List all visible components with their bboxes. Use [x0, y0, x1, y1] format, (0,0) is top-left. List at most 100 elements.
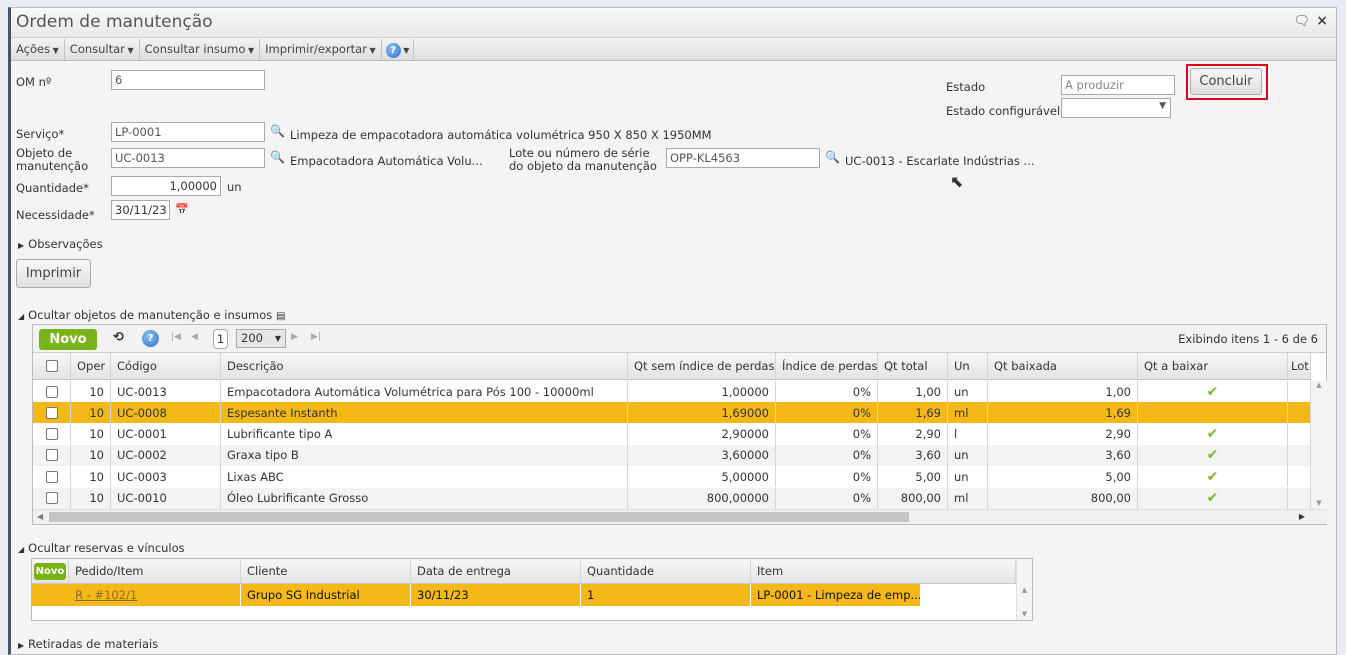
servico-input[interactable]: LP-0001 [111, 122, 265, 142]
list-icon: ▤ [275, 311, 286, 322]
check-icon: ✔ [1138, 487, 1288, 509]
row-checkbox[interactable] [33, 402, 71, 424]
col-un[interactable]: Un [948, 353, 988, 379]
objetos-section-toggle[interactable]: ◢ Ocultar objetos de manutenção e insumos… [18, 308, 285, 322]
col-item[interactable]: Item [751, 559, 1016, 583]
cell-codigo: UC-0001 [111, 423, 221, 445]
col-codigo[interactable]: Código [111, 353, 221, 379]
horizontal-scrollbar[interactable]: ◀ ▶ [33, 509, 1327, 524]
row-checkbox[interactable] [33, 444, 71, 466]
quantidade-label: Quantidade* [16, 181, 89, 195]
cell-qt_baixada: 3,60 [988, 444, 1138, 466]
menu-acoes[interactable]: Ações [11, 39, 65, 60]
row-checkbox[interactable] [33, 423, 71, 445]
col-pedido-item[interactable]: Pedido/Item [69, 559, 241, 583]
cell-un: un [948, 381, 988, 402]
cell-indice: 0% [776, 381, 878, 402]
search-icon[interactable]: 🔍 [270, 124, 285, 138]
table-row[interactable]: 10 UC-0001 Lubrificante tipo A 2,90000 0% 2,9… [33, 423, 1311, 445]
cell-qt_total: 1,69 [878, 402, 948, 424]
estado-configuravel-select[interactable]: ▼ [1061, 98, 1171, 118]
pedido-link[interactable]: R - #102/1 [75, 588, 137, 602]
search-icon[interactable]: 🔍 [825, 150, 840, 164]
novo-button[interactable]: Novo [39, 329, 97, 350]
close-icon[interactable]: × [1316, 13, 1328, 29]
menu-help[interactable]: ? [382, 39, 415, 60]
reservas-header: Novo Pedido/Item Cliente Data de entrega… [32, 559, 1016, 584]
cell-codigo: UC-0010 [111, 487, 221, 509]
col-qt-a-baixar[interactable]: Qt a baixar [1138, 353, 1288, 379]
retiradas-toggle[interactable]: ▶ Retiradas de materiais [18, 637, 158, 651]
objeto-input[interactable]: UC-0013 [111, 148, 265, 168]
table-row[interactable]: 10 UC-0002 Graxa tipo B 3,60000 0% 3,60 un 3,60… [33, 444, 1311, 466]
col-qt-total[interactable]: Qt total [878, 353, 948, 379]
page-size-select[interactable]: 200 ▼ [236, 329, 286, 348]
check-icon [1138, 402, 1288, 424]
estado-configuravel-label: Estado configurável [946, 104, 1061, 118]
menu-consultar-insumo[interactable]: Consultar insumo [140, 39, 261, 60]
vertical-scrollbar[interactable]: ▲ ▼ [1016, 559, 1032, 620]
observacoes-toggle[interactable]: ▶ Observações [18, 237, 103, 251]
col-oper[interactable]: Oper [71, 353, 111, 379]
table-row[interactable]: 10 UC-0013 Empacotadora Automática Volumét… [33, 381, 1311, 402]
imprimir-button[interactable]: Imprimir [16, 259, 91, 288]
cell-codigo: UC-0002 [111, 444, 221, 466]
necessidade-input[interactable]: 30/11/23 [111, 200, 170, 220]
reservas-section-toggle[interactable]: ◢ Ocultar reservas e vínculos [18, 541, 185, 555]
cell-qt_sem: 3,60000 [628, 444, 776, 466]
row-checkbox[interactable] [33, 487, 71, 509]
col-quantidade[interactable]: Quantidade [581, 559, 751, 583]
table-row[interactable]: R - #102/1 Grupo SG Industrial 30/11/23 … [32, 584, 920, 606]
col-qt-sem-indice[interactable]: Qt sem índice de perdas [628, 353, 776, 379]
table-row[interactable]: 10 UC-0008 Espesante Instanth 1,69000 0% 1,69… [33, 402, 1311, 424]
om-input[interactable]: 6 [111, 70, 265, 90]
prev-page-icon[interactable]: ◀ [191, 332, 198, 342]
help-button[interactable]: ? [142, 330, 159, 347]
col-lote[interactable]: Lot [1288, 353, 1311, 379]
calendar-icon[interactable]: 📅 [175, 203, 189, 216]
col-data-entrega[interactable]: Data de entrega [411, 559, 581, 583]
table-row[interactable]: 10 UC-0003 Lixas ABC 5,00000 0% 5,00 un 5,00 ✔ [33, 466, 1311, 488]
vertical-scrollbar[interactable]: ▲ ▼ [1311, 381, 1327, 509]
cell-qt_sem: 2,90000 [628, 423, 776, 445]
mouse-cursor-icon: ⬉ [950, 172, 964, 191]
estado-input[interactable]: A produzir [1061, 75, 1175, 95]
page-input[interactable]: 1 [213, 329, 228, 349]
cell-qt_sem: 5,00000 [628, 466, 776, 488]
cell-lote [1288, 402, 1311, 424]
cell-qt_sem: 1,00000 [628, 381, 776, 402]
table-row[interactable]: 10 UC-0010 Óleo Lubrificante Grosso 800,000… [33, 487, 1311, 509]
col-indice-perdas[interactable]: Índice de perdas [776, 353, 878, 379]
quantidade-cell: 1 [581, 584, 751, 606]
next-page-icon[interactable]: ▶ [291, 332, 298, 342]
search-icon[interactable]: 🔍 [270, 150, 285, 164]
col-descricao[interactable]: Descrição [221, 353, 628, 379]
first-page-icon[interactable]: |◀ [171, 332, 181, 342]
novo-reserva-button[interactable]: Novo [33, 562, 67, 580]
row-checkbox[interactable] [33, 381, 71, 402]
menu-consultar[interactable]: Consultar [65, 39, 140, 60]
row-checkbox[interactable] [33, 466, 71, 488]
refresh-icon[interactable]: ⟲ [113, 330, 124, 345]
reservas-section-label: Ocultar reservas e vínculos [28, 541, 185, 555]
menu-imprimir-exportar[interactable]: Imprimir/exportar [260, 39, 382, 60]
cell-un: l [948, 423, 988, 445]
check-icon: ✔ [1138, 466, 1288, 488]
lote-input[interactable]: OPP-KL4563 [666, 148, 820, 168]
objeto-label: Objeto de manutenção [16, 146, 89, 173]
select-all-checkbox[interactable] [33, 353, 71, 379]
concluir-button[interactable]: Concluir [1190, 68, 1262, 95]
cell-qt_baixada: 1,69 [988, 402, 1138, 424]
cell-lote [1288, 444, 1311, 466]
last-page-icon[interactable]: ▶| [311, 332, 321, 342]
check-icon: ✔ [1138, 444, 1288, 466]
col-qt-baixada[interactable]: Qt baixada [988, 353, 1138, 379]
window-title: Ordem de manutenção [16, 12, 213, 32]
cell-un: ml [948, 402, 988, 424]
quantidade-input[interactable]: 1,00000 [111, 176, 221, 196]
cell-lote [1288, 381, 1311, 402]
scrollbar-thumb[interactable] [49, 512, 909, 522]
cell-qt_baixada: 5,00 [988, 466, 1138, 488]
col-cliente[interactable]: Cliente [241, 559, 411, 583]
comment-icon[interactable]: 🗨 [1293, 14, 1310, 29]
